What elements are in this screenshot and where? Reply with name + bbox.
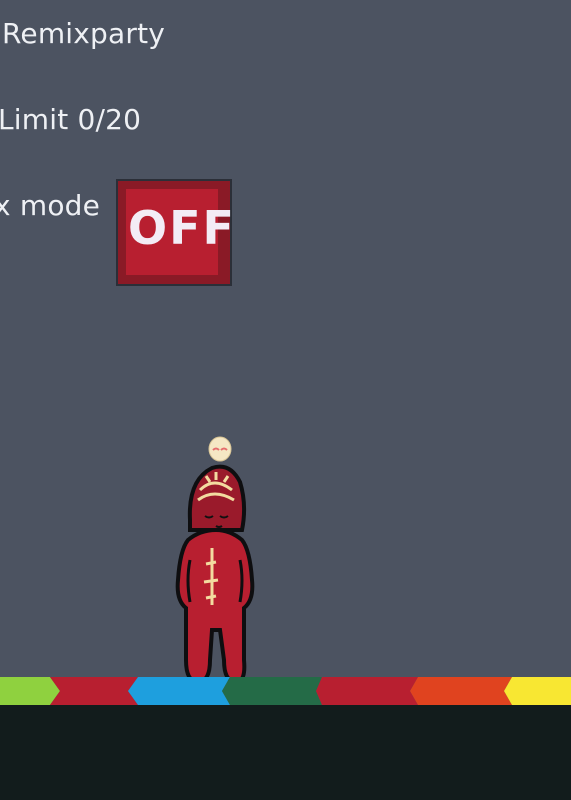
character-head — [187, 464, 247, 532]
mode-toggle-button[interactable]: OFF — [116, 179, 234, 286]
character[interactable] — [150, 430, 280, 690]
mode-label: x mode — [0, 189, 101, 222]
character-body — [175, 527, 255, 685]
limit-counter: Limit 0/20 — [0, 103, 142, 136]
floor-segment-yellow — [504, 677, 571, 705]
floor-segment-red-2 — [316, 677, 418, 705]
floor-segment-blue — [128, 677, 230, 705]
floor — [0, 705, 571, 800]
toggle-state-text: OFF — [128, 201, 236, 255]
floor-segment-darkgreen — [222, 677, 322, 705]
egg-icon — [208, 436, 232, 462]
floor-segment-green — [0, 677, 60, 705]
floor-segment-red — [50, 677, 138, 705]
color-floor-strip — [0, 677, 571, 705]
party-title: Remixparty — [2, 17, 166, 50]
game-stage: Remixparty Limit 0/20 x mode OFF — [0, 0, 571, 800]
floor-segment-orange — [410, 677, 512, 705]
